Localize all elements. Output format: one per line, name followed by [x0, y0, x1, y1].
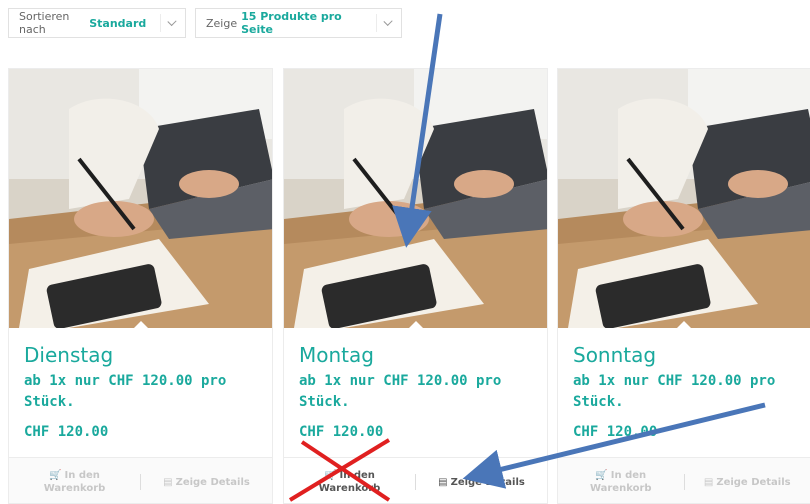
- image-notch: [132, 321, 149, 328]
- cart-label-line2: Warenkorb: [43, 483, 106, 494]
- cart-icon: 🛒: [49, 470, 62, 481]
- cart-icon: 🛒: [324, 470, 337, 481]
- chevron-down-icon: [383, 16, 393, 27]
- add-to-cart-button[interactable]: 🛒 In den Warenkorb: [9, 469, 140, 495]
- toolbar: Sortieren nach Standard Zeige 15 Produkt…: [8, 8, 402, 38]
- show-details-button[interactable]: ▤ Zeige Details: [416, 476, 547, 489]
- product-card-dienstag: Dienstag ab 1x nur CHF 120.00 pro Stück.…: [8, 68, 273, 504]
- per-page-value: 15 Produkte pro Seite: [241, 10, 342, 36]
- product-image[interactable]: [558, 69, 810, 328]
- add-to-cart-button[interactable]: 🛒 In den Warenkorb: [284, 469, 415, 495]
- per-page-prefix: Zeige: [206, 16, 238, 30]
- product-price: CHF 120.00: [24, 424, 109, 440]
- select-divider: [375, 14, 377, 32]
- product-title[interactable]: Sonntag: [573, 343, 656, 367]
- select-divider: [160, 14, 162, 32]
- product-subtitle: ab 1x nur CHF 120.00 pro Stück.: [573, 373, 776, 410]
- cart-label-line1: In den: [610, 470, 647, 481]
- product-subtitle: ab 1x nur CHF 120.00 pro Stück.: [299, 373, 502, 410]
- product-actions: 🛒 In den Warenkorb ▤ Zeige Details: [284, 457, 547, 503]
- product-actions: 🛒 In den Warenkorb ▤ Zeige Details: [558, 457, 810, 503]
- product-price: CHF 120.00: [573, 424, 658, 440]
- sort-prefix: Sortieren nach: [19, 10, 70, 36]
- product-image[interactable]: [9, 69, 272, 328]
- show-details-button[interactable]: ▤ Zeige Details: [141, 476, 272, 489]
- cart-label-line1: In den: [339, 470, 375, 481]
- cart-label-line2: Warenkorb: [318, 483, 381, 494]
- product-title[interactable]: Montag: [299, 343, 374, 367]
- chevron-down-icon: [167, 16, 177, 27]
- product-card-montag: Montag ab 1x nur CHF 120.00 pro Stück. C…: [283, 68, 548, 504]
- product-card-sonntag: Sonntag ab 1x nur CHF 120.00 pro Stück. …: [557, 68, 810, 504]
- sort-select[interactable]: Sortieren nach Standard: [8, 8, 186, 38]
- document-icon: ▤: [703, 476, 714, 488]
- product-subtitle: ab 1x nur CHF 120.00 pro Stück.: [24, 373, 227, 410]
- add-to-cart-button[interactable]: 🛒 In den Warenkorb: [558, 469, 684, 495]
- details-label: Zeige Details: [175, 476, 250, 488]
- document-icon: ▤: [438, 476, 448, 488]
- per-page-select[interactable]: Zeige 15 Produkte pro Seite: [195, 8, 402, 38]
- details-label: Zeige Details: [450, 476, 525, 488]
- product-actions: 🛒 In den Warenkorb ▤ Zeige Details: [9, 457, 272, 503]
- show-details-button[interactable]: ▤ Zeige Details: [685, 476, 810, 489]
- sort-value: Standard: [89, 16, 147, 30]
- product-image[interactable]: [284, 69, 547, 328]
- product-price: CHF 120.00: [299, 424, 384, 440]
- details-label: Zeige Details: [716, 476, 791, 488]
- product-title[interactable]: Dienstag: [24, 343, 113, 367]
- image-notch: [407, 321, 424, 328]
- image-notch: [676, 321, 692, 328]
- cart-label-line2: Warenkorb: [589, 483, 652, 494]
- cart-icon: 🛒: [595, 470, 608, 481]
- cart-label-line1: In den: [64, 470, 100, 481]
- document-icon: ▤: [163, 476, 173, 488]
